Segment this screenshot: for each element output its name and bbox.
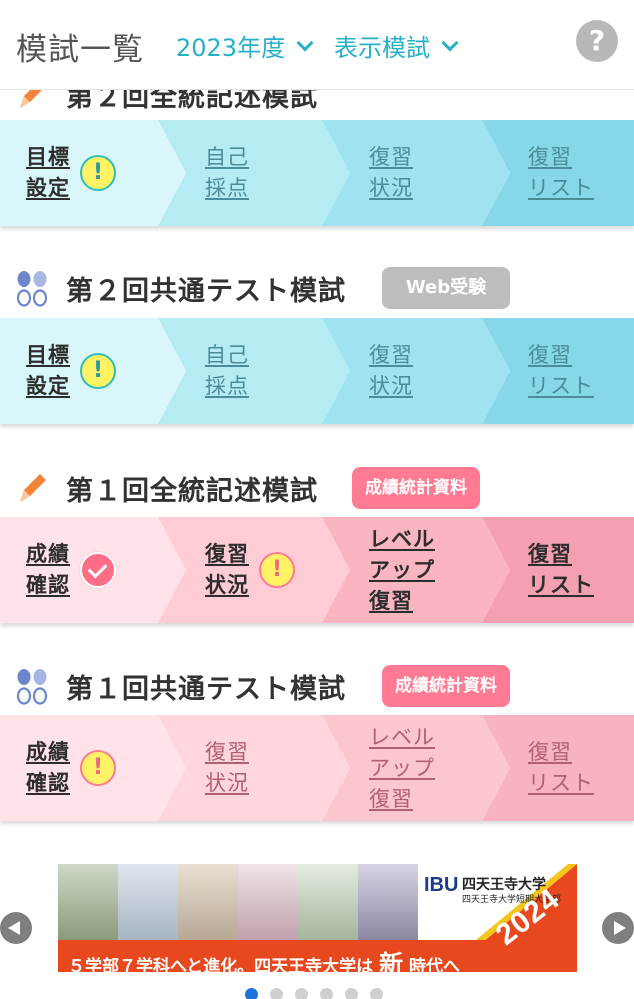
- step-label: 自己 採点: [205, 343, 249, 398]
- exam-header: 第１回共通テスト模試 成績統計資料: [0, 662, 634, 710]
- pencil-icon: [20, 474, 46, 502]
- step-label: 復習 状況: [369, 343, 413, 398]
- step-result-check[interactable]: 成績 確認 !: [26, 715, 116, 821]
- stats-material-badge[interactable]: 成績統計資料: [382, 665, 510, 707]
- banner-photos: [58, 864, 418, 940]
- step-review-list[interactable]: 復習 リスト: [528, 318, 594, 424]
- exam-header: 第１回全統記述模試 成績統計資料: [0, 464, 634, 512]
- exclamation-icon: !: [80, 750, 116, 786]
- carousel-dot[interactable]: [320, 988, 333, 999]
- year-select-value: 2023年度: [176, 34, 286, 62]
- step-goal-setting[interactable]: 目標 設定 !: [26, 120, 116, 226]
- chevron-down-icon: [296, 34, 314, 51]
- step-result-check[interactable]: 成績 確認: [26, 517, 116, 623]
- chevron-down-icon: [441, 34, 459, 51]
- carousel-next-button[interactable]: [602, 912, 634, 944]
- carousel-dot[interactable]: [270, 988, 283, 999]
- step-label: レベル アップ 復習: [369, 724, 435, 811]
- step-self-scoring[interactable]: 自己 採点: [205, 318, 249, 424]
- step-review-list[interactable]: 復習 リスト: [528, 120, 594, 226]
- exam-steps: 目標 設定 ! 自己 採点 復習 状況 復習 リスト: [0, 318, 634, 424]
- exam-steps: 成績 確認 復習 状況 ! レベル アップ 復習 復習 リスト: [0, 517, 634, 623]
- logo-mark: IBU: [424, 874, 459, 896]
- page-title: 模試一覧: [16, 32, 144, 68]
- step-label: 復習 状況: [205, 740, 249, 795]
- step-label: 目標 設定: [26, 145, 70, 200]
- help-icon[interactable]: ?: [576, 20, 618, 62]
- exam-header: 第２回共通テスト模試 Web受験: [0, 264, 634, 312]
- banner-slogan: ５学部７学科へと進化。四天王寺大学は 新 時代へ: [68, 950, 460, 972]
- step-label: レベル アップ 復習: [369, 526, 435, 613]
- step-label: 自己 採点: [205, 145, 249, 200]
- step-label: 復習 リスト: [528, 343, 594, 398]
- stats-material-badge[interactable]: 成績統計資料: [352, 467, 480, 509]
- step-label: 復習 状況: [205, 542, 249, 597]
- carousel-dot[interactable]: [345, 988, 358, 999]
- exclamation-icon: !: [80, 353, 116, 389]
- step-label: 復習 リスト: [528, 740, 594, 795]
- dots-grid-icon: [16, 271, 48, 307]
- step-review-list[interactable]: 復習 リスト: [528, 715, 594, 821]
- step-level-up-review[interactable]: レベル アップ 復習: [369, 715, 435, 821]
- step-self-scoring[interactable]: 自己 採点: [205, 120, 249, 226]
- exam-steps: 成績 確認 ! 復習 状況 レベル アップ 復習 復習 リスト: [0, 715, 634, 821]
- exam-type-select-value: 表示模試: [334, 34, 430, 62]
- step-level-up-review[interactable]: レベル アップ 復習: [369, 517, 435, 623]
- carousel-dot[interactable]: [295, 988, 308, 999]
- step-review-status[interactable]: 復習 状況: [205, 715, 249, 821]
- ad-banner[interactable]: IBU 四天王寺大学 四天王寺大学短期大学部 ５学部７学科へと進化。四天王寺大学…: [58, 864, 577, 972]
- step-label: 目標 設定: [26, 343, 70, 398]
- checkmark-icon: [80, 552, 116, 588]
- step-label: 復習 リスト: [528, 145, 594, 200]
- step-label: 成績 確認: [26, 740, 70, 795]
- exam-name: 第１回共通テスト模試: [66, 673, 346, 705]
- step-label: 復習 リスト: [528, 542, 594, 597]
- carousel-dots: [245, 988, 383, 999]
- exclamation-icon: !: [259, 552, 295, 588]
- carousel-dot[interactable]: [370, 988, 383, 999]
- app-header: 模試一覧 2023年度 表示模試 ?: [0, 0, 634, 90]
- year-select[interactable]: 2023年度: [176, 28, 314, 63]
- step-label: 復習 状況: [369, 145, 413, 200]
- dots-grid-icon: [16, 669, 48, 705]
- exam-name: 第２回共通テスト模試: [66, 275, 346, 307]
- step-goal-setting[interactable]: 目標 設定 !: [26, 318, 116, 424]
- exam-name: 第１回全統記述模試: [66, 475, 318, 507]
- step-review-status[interactable]: 復習 状況: [369, 318, 413, 424]
- step-review-status[interactable]: 復習 状況 !: [205, 517, 295, 623]
- carousel-prev-button[interactable]: [0, 912, 32, 944]
- step-review-list[interactable]: 復習 リスト: [528, 517, 594, 623]
- step-label: 成績 確認: [26, 542, 70, 597]
- exclamation-icon: !: [80, 155, 116, 191]
- carousel-dot[interactable]: [245, 988, 258, 999]
- exam-steps: 目標 設定 ! 自己 採点 復習 状況 復習 リスト: [0, 120, 634, 226]
- exam-type-select[interactable]: 表示模試: [334, 28, 459, 63]
- step-review-status[interactable]: 復習 状況: [369, 120, 413, 226]
- web-exam-badge: Web受験: [382, 267, 510, 309]
